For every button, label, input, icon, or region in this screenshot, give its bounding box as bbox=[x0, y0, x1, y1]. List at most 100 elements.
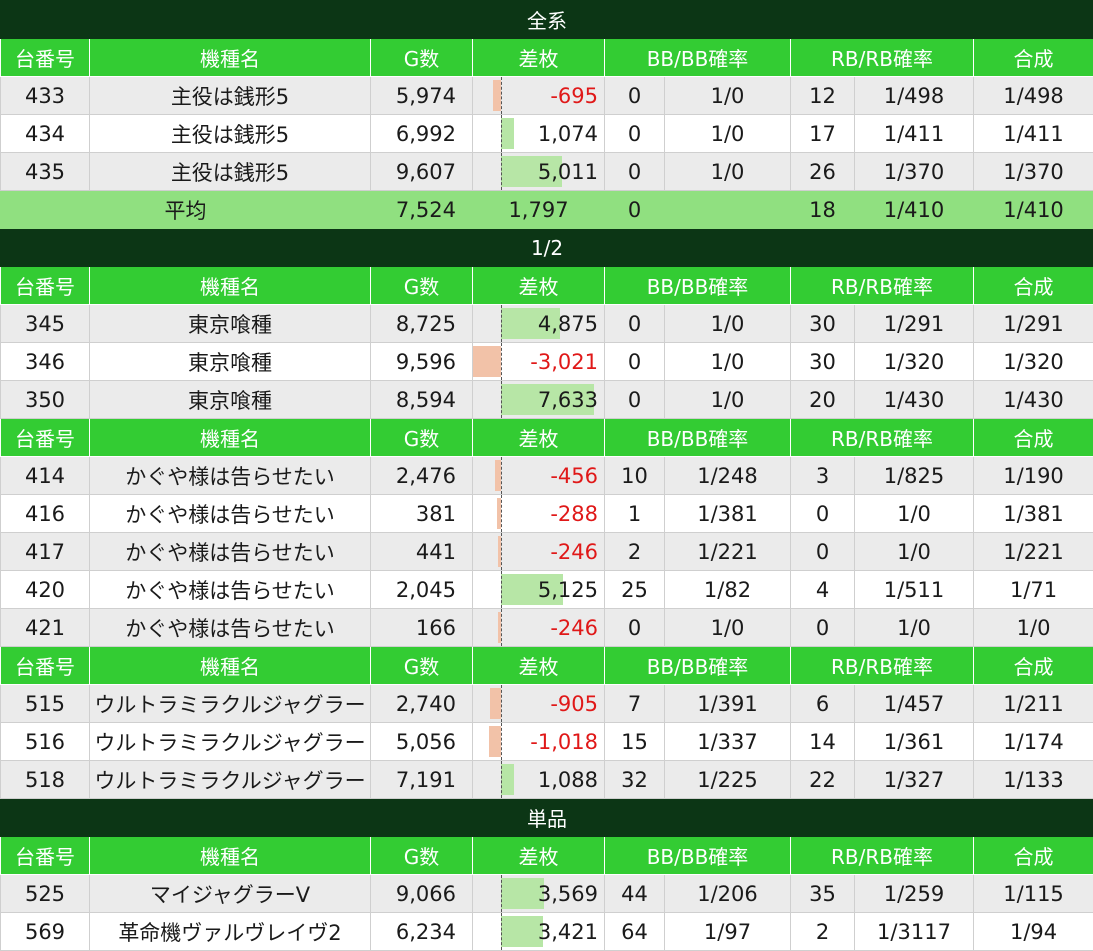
diff-cell: 5,125 bbox=[473, 571, 605, 609]
rb-rate: 1/327 bbox=[855, 761, 974, 799]
bb-count: 32 bbox=[605, 761, 665, 799]
header-diff: 差枚 bbox=[473, 267, 605, 305]
combined-rate: 1/291 bbox=[974, 305, 1093, 343]
header-unit: 台番号 bbox=[1, 267, 90, 305]
unit-number: 435 bbox=[1, 153, 90, 191]
unit-number: 516 bbox=[1, 723, 90, 761]
bb-rate: 1/0 bbox=[665, 381, 791, 419]
bb-count: 0 bbox=[605, 381, 665, 419]
rb-rate: 1/361 bbox=[855, 723, 974, 761]
game-count: 2,476 bbox=[371, 457, 473, 495]
diff-cell: -3,021 bbox=[473, 343, 605, 381]
table-row[interactable]: 416 かぐや様は告らせたい 381 -288 1 1/381 0 1/0 1/… bbox=[1, 495, 1093, 533]
header-games: G数 bbox=[371, 39, 473, 77]
table-row[interactable]: 569 革命機ヴァルヴレイヴ2 6,234 3,421 64 1/97 2 1/… bbox=[1, 913, 1093, 951]
header-unit: 台番号 bbox=[1, 39, 90, 77]
combined-rate: 1/174 bbox=[974, 723, 1093, 761]
game-count: 8,594 bbox=[371, 381, 473, 419]
table-row[interactable]: 435 主役は銭形5 9,607 5,011 0 1/0 26 1/370 1/… bbox=[1, 153, 1093, 191]
table-row[interactable]: 346 東京喰種 9,596 -3,021 0 1/0 30 1/320 1/3… bbox=[1, 343, 1093, 381]
section-title: 単品 bbox=[1, 799, 1093, 837]
diff-cell: 1,074 bbox=[473, 115, 605, 153]
diff-value: 3,569 bbox=[538, 882, 598, 906]
diff-cell: -246 bbox=[473, 533, 605, 571]
diff-cell: -695 bbox=[473, 77, 605, 115]
header-bb: BB/BB確率 bbox=[605, 647, 791, 685]
diff-zero-axis bbox=[501, 761, 502, 798]
model-name: 主役は銭形5 bbox=[90, 115, 371, 153]
unit-number: 345 bbox=[1, 305, 90, 343]
header-model: 機種名 bbox=[90, 39, 371, 77]
rb-rate: 1/511 bbox=[855, 571, 974, 609]
diff-zero-axis bbox=[501, 495, 502, 532]
bb-count: 44 bbox=[605, 875, 665, 913]
rb-count: 0 bbox=[791, 609, 855, 647]
column-header-row: 台番号 機種名 G数 差枚 BB/BB確率 RB/RB確率 合成 bbox=[1, 647, 1093, 685]
header-total: 合成 bbox=[974, 419, 1093, 457]
game-count: 6,992 bbox=[371, 115, 473, 153]
table-row[interactable]: 433 主役は銭形5 5,974 -695 0 1/0 12 1/498 1/4… bbox=[1, 77, 1093, 115]
header-games: G数 bbox=[371, 267, 473, 305]
rb-count: 0 bbox=[791, 533, 855, 571]
diff-value: 4,875 bbox=[538, 312, 598, 336]
header-rb: RB/RB確率 bbox=[791, 837, 974, 875]
column-header-row: 台番号 機種名 G数 差枚 BB/BB確率 RB/RB確率 合成 bbox=[1, 837, 1093, 875]
bb-rate: 1/0 bbox=[665, 343, 791, 381]
rb-count: 2 bbox=[791, 913, 855, 951]
bb-rate: 1/0 bbox=[665, 115, 791, 153]
table-row[interactable]: 515 ウルトラミラクルジャグラー 2,740 -905 7 1/391 6 1… bbox=[1, 685, 1093, 723]
combined-rate: 1/498 bbox=[974, 77, 1093, 115]
diff-bar bbox=[489, 726, 501, 757]
diff-value: -288 bbox=[550, 502, 598, 526]
bb-rate: 1/82 bbox=[665, 571, 791, 609]
bb-count: 0 bbox=[605, 343, 665, 381]
table-row[interactable]: 434 主役は銭形5 6,992 1,074 0 1/0 17 1/411 1/… bbox=[1, 115, 1093, 153]
table-row[interactable]: 516 ウルトラミラクルジャグラー 5,056 -1,018 15 1/337 … bbox=[1, 723, 1093, 761]
table-row[interactable]: 421 かぐや様は告らせたい 166 -246 0 1/0 0 1/0 1/0 bbox=[1, 609, 1093, 647]
diff-zero-axis bbox=[501, 875, 502, 912]
bb-rate: 1/225 bbox=[665, 761, 791, 799]
model-name: 革命機ヴァルヴレイヴ2 bbox=[90, 913, 371, 951]
unit-number: 420 bbox=[1, 571, 90, 609]
bb-count: 25 bbox=[605, 571, 665, 609]
table-row[interactable]: 350 東京喰種 8,594 7,633 0 1/0 20 1/430 1/43… bbox=[1, 381, 1093, 419]
unit-number: 433 bbox=[1, 77, 90, 115]
bb-rate: 1/0 bbox=[665, 153, 791, 191]
table-row[interactable]: 420 かぐや様は告らせたい 2,045 5,125 25 1/82 4 1/5… bbox=[1, 571, 1093, 609]
model-name: 東京喰種 bbox=[90, 381, 371, 419]
diff-zero-axis bbox=[501, 913, 502, 950]
rb-count: 35 bbox=[791, 875, 855, 913]
table-row[interactable]: 518 ウルトラミラクルジャグラー 7,191 1,088 32 1/225 2… bbox=[1, 761, 1093, 799]
header-games: G数 bbox=[371, 837, 473, 875]
bb-count: 10 bbox=[605, 457, 665, 495]
game-count: 9,596 bbox=[371, 343, 473, 381]
header-diff: 差枚 bbox=[473, 39, 605, 77]
diff-cell: 5,011 bbox=[473, 153, 605, 191]
bb-count: 2 bbox=[605, 533, 665, 571]
section-header-row: 1/2 bbox=[1, 229, 1093, 267]
column-header-row: 台番号 機種名 G数 差枚 BB/BB確率 RB/RB確率 合成 bbox=[1, 419, 1093, 457]
average-rb: 18 bbox=[791, 191, 855, 229]
bb-count: 1 bbox=[605, 495, 665, 533]
rb-count: 0 bbox=[791, 495, 855, 533]
diff-value: -1,018 bbox=[530, 730, 598, 754]
game-count: 2,045 bbox=[371, 571, 473, 609]
rb-rate: 1/825 bbox=[855, 457, 974, 495]
diff-zero-axis bbox=[501, 533, 502, 570]
table-row[interactable]: 525 マイジャグラーV 9,066 3,569 44 1/206 35 1/2… bbox=[1, 875, 1093, 913]
diff-cell: 7,633 bbox=[473, 381, 605, 419]
unit-number: 434 bbox=[1, 115, 90, 153]
average-row: 平均 7,524 1,797 0 18 1/410 1/410 bbox=[1, 191, 1093, 229]
rb-rate: 1/498 bbox=[855, 77, 974, 115]
diff-cell: 3,569 bbox=[473, 875, 605, 913]
average-diff: 1,797 bbox=[473, 191, 605, 229]
rb-rate: 1/259 bbox=[855, 875, 974, 913]
table-row[interactable]: 417 かぐや様は告らせたい 441 -246 2 1/221 0 1/0 1/… bbox=[1, 533, 1093, 571]
diff-value: 5,011 bbox=[538, 160, 598, 184]
rb-count: 6 bbox=[791, 685, 855, 723]
table-body: 全系 台番号 機種名 G数 差枚 BB/BB確率 RB/RB確率 合成 433 … bbox=[1, 1, 1093, 951]
table-row[interactable]: 345 東京喰種 8,725 4,875 0 1/0 30 1/291 1/29… bbox=[1, 305, 1093, 343]
table-row[interactable]: 414 かぐや様は告らせたい 2,476 -456 10 1/248 3 1/8… bbox=[1, 457, 1093, 495]
diff-value: -905 bbox=[550, 692, 598, 716]
bb-count: 64 bbox=[605, 913, 665, 951]
